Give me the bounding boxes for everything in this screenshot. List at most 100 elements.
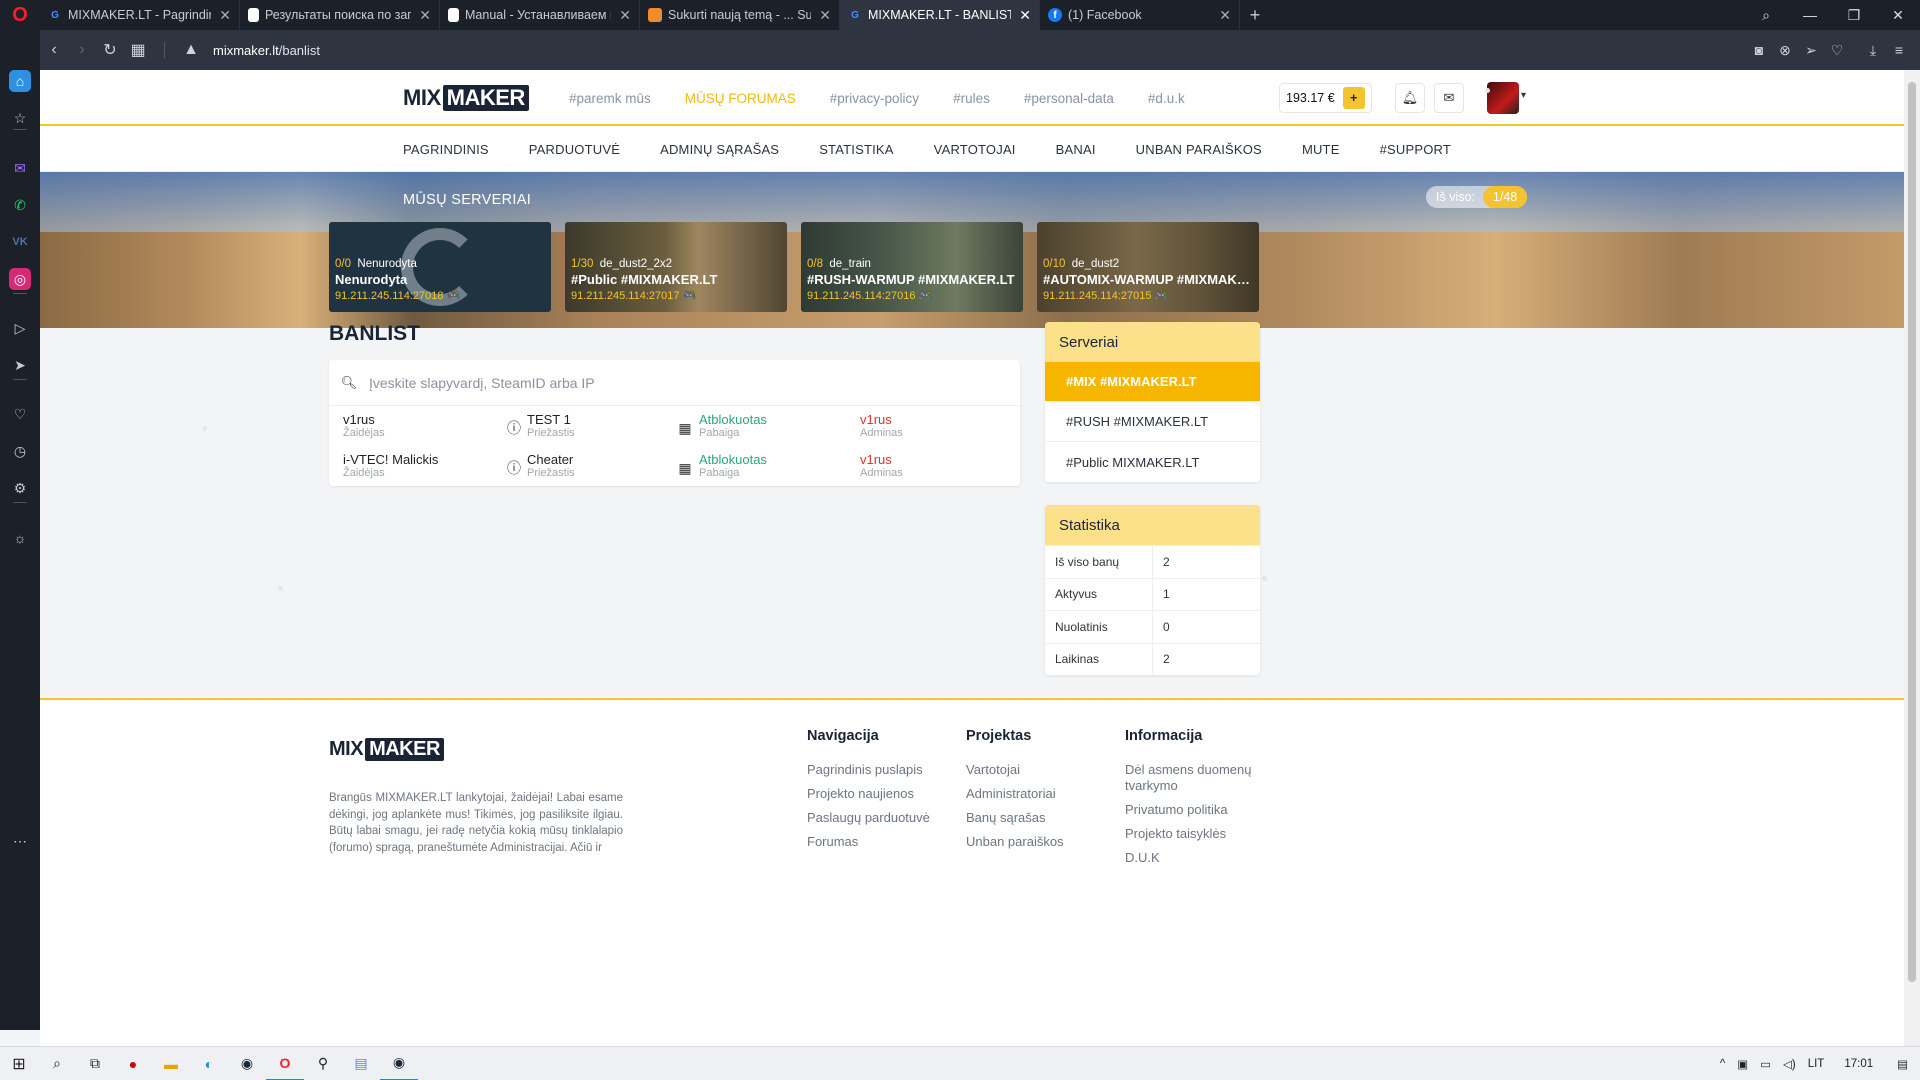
footer-link[interactable]: Administratoriai bbox=[966, 786, 1116, 802]
tab-close-icon[interactable]: ✕ bbox=[419, 7, 431, 24]
footer-link[interactable]: Paslaugų parduotuvė bbox=[807, 810, 957, 826]
edge-icon[interactable]: ◐ bbox=[190, 1047, 228, 1080]
server-filter-item[interactable]: #Public MIXMAKER.LT bbox=[1045, 442, 1260, 482]
footer-link[interactable]: D.U.K bbox=[1125, 850, 1265, 866]
home-icon[interactable]: ⌂ bbox=[9, 70, 31, 92]
flow-icon[interactable]: ➤ bbox=[9, 354, 31, 376]
footer-link[interactable]: Projekto taisyklės bbox=[1125, 826, 1265, 842]
server-card[interactable]: 0/10 de_dust2 #AUTOMIX-WARMUP #MIXMAKE..… bbox=[1037, 222, 1259, 312]
browser-tab[interactable]: Sukurti naują temą - ... Su ✕ bbox=[640, 0, 840, 30]
server-card[interactable]: 0/8 de_train #RUSH-WARMUP #MIXMAKER.LT 9… bbox=[801, 222, 1023, 312]
footer-link[interactable]: Forumas bbox=[807, 834, 957, 850]
admin-name[interactable]: v1rus bbox=[860, 452, 903, 467]
footer-logo[interactable]: MIX MAKER bbox=[329, 738, 444, 761]
topnav-link-support-us[interactable]: #paremk mūs bbox=[569, 91, 651, 106]
task-view-icon[interactable]: ⧉ bbox=[76, 1047, 114, 1080]
vk-icon[interactable]: VK bbox=[9, 231, 31, 253]
nav-item-mute[interactable]: MUTE bbox=[1302, 142, 1340, 157]
nav-item-support[interactable]: #SUPPORT bbox=[1380, 142, 1451, 157]
favorites-icon[interactable]: ♡ bbox=[9, 403, 31, 425]
server-filter-item[interactable]: #MIX #MIXMAKER.LT bbox=[1045, 362, 1260, 402]
table-row[interactable]: i-VTEC! Malickis Žaidėjas ⓘ Cheater Prie… bbox=[329, 448, 1020, 488]
snapshot-icon[interactable]: ◙ bbox=[1746, 42, 1772, 58]
notifications-bell-icon[interactable]: 🔔︎ bbox=[1395, 83, 1425, 113]
nav-item-unban-requests[interactable]: UNBAN PARAIŠKOS bbox=[1136, 142, 1262, 157]
notepad-icon[interactable]: ▤ bbox=[342, 1047, 380, 1080]
topnav-link-rules[interactable]: #rules bbox=[953, 91, 990, 106]
nav-item-users[interactable]: VARTOTOJAI bbox=[934, 142, 1016, 157]
input-language[interactable]: LIT bbox=[1808, 1058, 1825, 1070]
app-icon[interactable]: ⚲ bbox=[304, 1047, 342, 1080]
footer-link[interactable]: Privatumo politika bbox=[1125, 802, 1265, 818]
send-icon[interactable]: ➢ bbox=[1798, 42, 1824, 59]
browser-tab-active[interactable]: G MIXMAKER.LT - BANLIST ✕ bbox=[840, 0, 1040, 30]
tab-close-icon[interactable]: ✕ bbox=[619, 7, 631, 24]
footer-link[interactable]: Banų sąrašas bbox=[966, 810, 1116, 826]
tray-app-icon[interactable]: ▣ bbox=[1737, 1057, 1748, 1071]
server-filter-item[interactable]: #RUSH #MIXMAKER.LT bbox=[1045, 402, 1260, 442]
file-explorer-icon[interactable]: ▬ bbox=[152, 1047, 190, 1080]
adblock-icon[interactable]: ⊗ bbox=[1772, 42, 1798, 59]
tab-search-icon[interactable]: ⌕ bbox=[1744, 0, 1788, 30]
tab-close-icon[interactable]: ✕ bbox=[1019, 7, 1031, 24]
topnav-link-personal-data[interactable]: #personal-data bbox=[1024, 91, 1114, 106]
security-warning-icon[interactable]: ▲ bbox=[177, 41, 205, 59]
bookmark-icon[interactable]: ☆ bbox=[9, 107, 31, 129]
page-scrollbar[interactable] bbox=[1904, 70, 1920, 1046]
tray-chevron-up-icon[interactable]: ^ bbox=[1720, 1058, 1725, 1070]
player-icon[interactable]: ▷ bbox=[9, 317, 31, 339]
whatsapp-icon[interactable]: ✆ bbox=[9, 194, 31, 216]
back-icon[interactable]: ‹ bbox=[40, 41, 68, 59]
steam-icon[interactable]: ◉ bbox=[228, 1047, 266, 1080]
footer-link[interactable]: Pagrindinis puslapis bbox=[807, 762, 957, 778]
browser-tab[interactable]: f (1) Facebook ✕ bbox=[1040, 0, 1240, 30]
forward-icon[interactable]: › bbox=[68, 41, 96, 59]
footer-link[interactable]: Vartotojai bbox=[966, 762, 1116, 778]
server-card[interactable]: 1/30 de_dust2_2x2 #Public #MIXMAKER.LT 9… bbox=[565, 222, 787, 312]
server-ip[interactable]: 91.211.245.114:27016 🎮 bbox=[807, 289, 932, 302]
footer-link[interactable]: Projekto naujienos bbox=[807, 786, 957, 802]
game-app-icon[interactable]: ● bbox=[114, 1047, 152, 1080]
nav-item-bans[interactable]: BANAI bbox=[1056, 142, 1096, 157]
notifications-icon[interactable]: ▤ bbox=[1897, 1057, 1908, 1071]
table-row[interactable]: v1rus Žaidėjas ⓘ TEST 1 Priežastis ▦ Atb… bbox=[329, 408, 1020, 448]
nav-item-shop[interactable]: PARDUOTUVĖ bbox=[529, 142, 620, 157]
add-funds-button[interactable]: + bbox=[1342, 87, 1365, 109]
footer-link[interactable]: Unban paraiškos bbox=[966, 834, 1116, 850]
history-icon[interactable]: ◷ bbox=[9, 440, 31, 462]
opera-menu-icon[interactable]: O bbox=[0, 0, 40, 30]
heart-icon[interactable]: ♡ bbox=[1824, 42, 1850, 59]
clock[interactable]: 17:01 bbox=[1844, 1058, 1873, 1070]
search-input[interactable] bbox=[369, 374, 969, 391]
windows-start-icon[interactable]: ⊞ bbox=[0, 1047, 38, 1080]
admin-name[interactable]: v1rus bbox=[860, 412, 903, 427]
scrollbar-thumb[interactable] bbox=[1908, 82, 1916, 982]
browser-tab[interactable]: Manual - Устанавливаем пла ✕ bbox=[440, 0, 640, 30]
easy-setup-icon[interactable]: ≡ bbox=[1886, 42, 1912, 58]
footer-link[interactable]: Dėl asmens duomenų tvarkymo bbox=[1125, 762, 1265, 794]
tips-lightbulb-icon[interactable]: ☼ bbox=[9, 527, 31, 549]
new-tab-button[interactable]: + bbox=[1240, 0, 1270, 30]
server-ip[interactable]: 91.211.245.114:27017 🎮 bbox=[571, 289, 696, 302]
chevron-down-icon[interactable]: ▾ bbox=[1521, 90, 1526, 101]
minimize-icon[interactable]: — bbox=[1788, 0, 1832, 30]
search-icon[interactable]: ⌕ bbox=[38, 1047, 76, 1080]
server-card[interactable]: 0/0 Nenurodyta Nenurodyta 91.211.245.114… bbox=[329, 222, 551, 312]
settings-gear-icon[interactable]: ⚙ bbox=[9, 477, 31, 499]
more-options-icon[interactable]: ⋯ bbox=[9, 830, 31, 852]
opera-taskbar-icon[interactable]: O bbox=[266, 1047, 304, 1080]
url-field[interactable]: mixmaker.lt/banlist bbox=[213, 43, 320, 58]
close-window-icon[interactable]: ✕ bbox=[1876, 0, 1920, 30]
browser-tab[interactable]: G MIXMAKER.LT - Pagrindinis ✕ bbox=[40, 0, 240, 30]
steam-icon[interactable]: ◉ bbox=[380, 1047, 418, 1080]
server-ip[interactable]: 91.211.245.114:27015 🎮 bbox=[1043, 289, 1168, 302]
topnav-link-faq[interactable]: #d.u.k bbox=[1148, 91, 1185, 106]
nav-item-statistics[interactable]: STATISTIKA bbox=[819, 142, 893, 157]
volume-icon[interactable]: ◁) bbox=[1783, 1057, 1796, 1071]
restore-icon[interactable]: ❐ bbox=[1832, 0, 1876, 30]
tab-close-icon[interactable]: ✕ bbox=[819, 7, 831, 24]
topnav-link-privacy-policy[interactable]: #privacy-policy bbox=[830, 91, 919, 106]
nav-item-admins[interactable]: ADMINŲ SĄRAŠAS bbox=[660, 142, 779, 157]
messages-envelope-icon[interactable]: ✉ bbox=[1434, 83, 1464, 113]
tab-close-icon[interactable]: ✕ bbox=[219, 7, 231, 24]
